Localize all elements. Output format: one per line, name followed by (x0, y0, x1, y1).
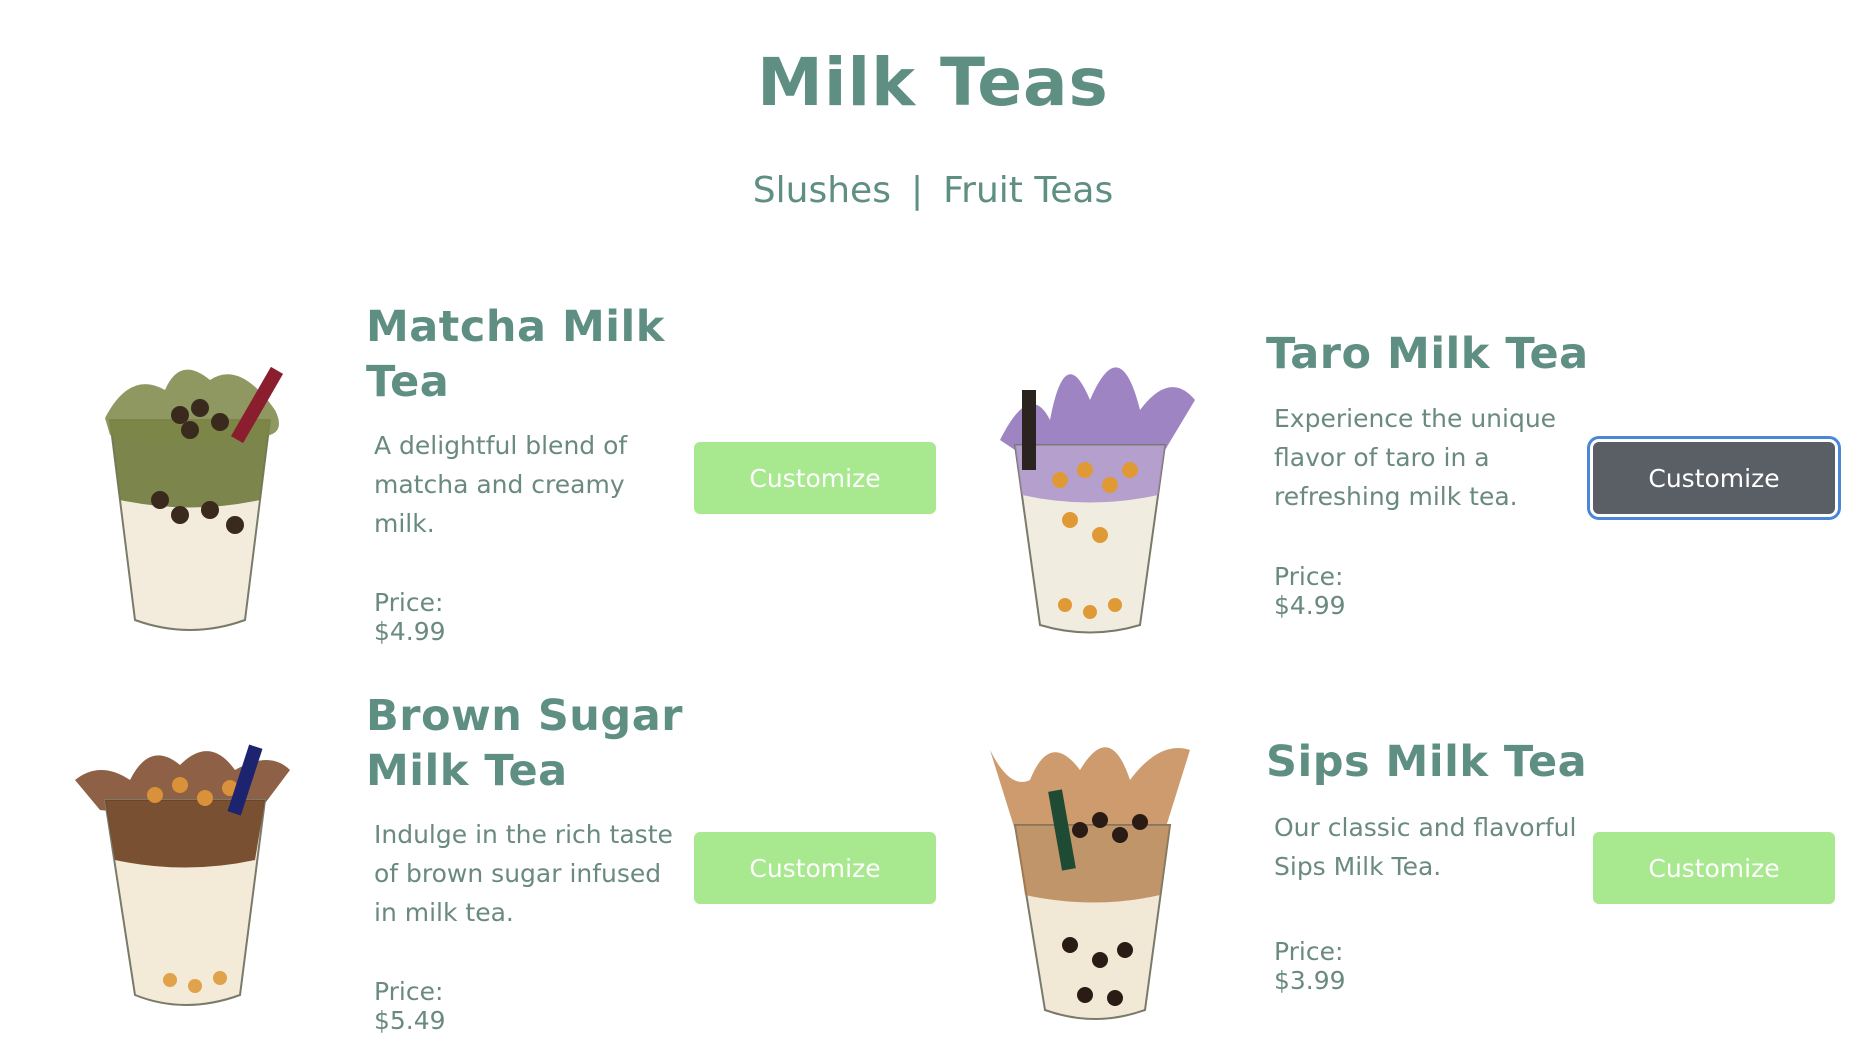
classic-boba-cup-icon (990, 747, 1190, 1020)
product-description: Our classic and flavorful Sips Milk Tea. (1274, 813, 1577, 881)
nav-link-slushes[interactable]: Slushes (753, 170, 891, 211)
product-name: Matcha Milk Tea (366, 302, 665, 407)
product-name: Taro Milk Tea (1266, 329, 1589, 379)
product-name: Brown Sugar Milk Tea (366, 691, 683, 796)
product-price: Price: $3.99 (1274, 937, 1346, 995)
page-title: Milk Teas (757, 44, 1109, 121)
customize-button[interactable]: Customize (1593, 832, 1835, 904)
product-description: Experience the unique flavor of taro in … (1274, 404, 1557, 511)
product-price: Price: $4.99 (374, 588, 446, 646)
product-price: Price: $5.49 (374, 977, 446, 1035)
customize-button[interactable]: Customize (694, 832, 936, 904)
brown-sugar-boba-cup-icon (75, 744, 290, 1006)
nav-separator: | (910, 170, 924, 211)
product-description: Indulge in the rich taste of brown sugar… (374, 820, 673, 927)
product-name: Sips Milk Tea (1266, 737, 1588, 787)
product-price: Price: $4.99 (1274, 562, 1346, 620)
taro-boba-cup-icon (1000, 367, 1195, 634)
matcha-boba-cup-icon (105, 366, 284, 631)
menu-page: Milk Teas Slushes | Fruit Teas Matcha Milk… (0, 0, 1866, 1050)
category-nav: Slushes | Fruit Teas (0, 170, 1866, 211)
customize-button[interactable]: Customize (694, 442, 936, 514)
customize-button[interactable]: Customize (1593, 442, 1835, 514)
product-description: A delightful blend of matcha and creamy … (374, 431, 628, 538)
nav-link-fruit-teas[interactable]: Fruit Teas (943, 170, 1113, 211)
